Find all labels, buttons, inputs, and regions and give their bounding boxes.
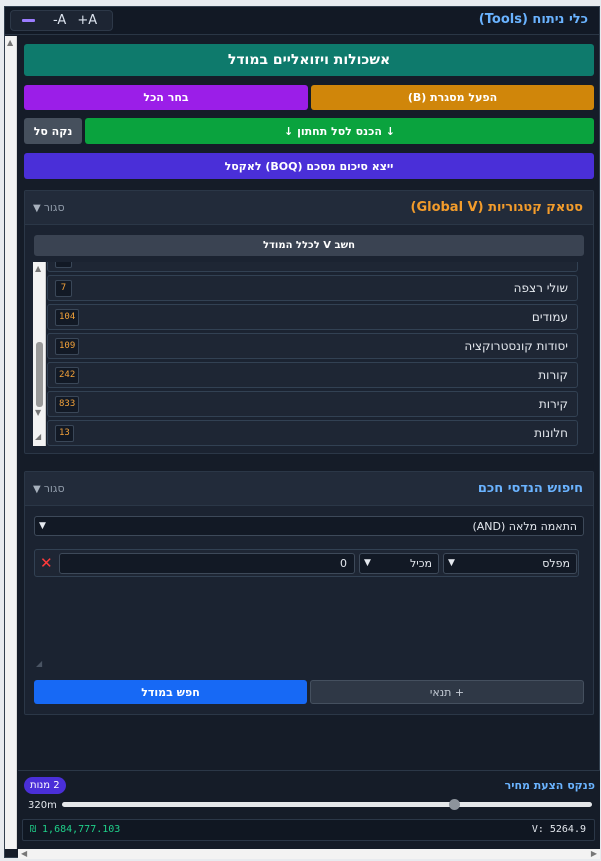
- category-stack-title: סטאק קטגוריות (Global V): [410, 200, 583, 215]
- list-item[interactable]: [47, 262, 578, 272]
- category-count: 13: [55, 425, 74, 442]
- category-label: קורות: [538, 368, 568, 382]
- tools-panel: -A +A כלי ניתוח (Tools) ▲ אשכולות ויזואל…: [4, 6, 600, 859]
- smart-search-toggle[interactable]: ▼ סגור: [33, 482, 65, 495]
- match-mode-value: התאמה מלאה (AND): [472, 520, 577, 533]
- activate-frame-button[interactable]: הפעל מסגרת (B): [311, 85, 594, 110]
- scroll-right-icon[interactable]: ▶: [591, 849, 597, 858]
- enter-lower-basket-button[interactable]: ↓ הכנס לסל תחתון ↓: [85, 118, 594, 144]
- panel-title: כלי ניתוח (Tools): [478, 12, 588, 27]
- panel-scrollbar[interactable]: ▲: [5, 36, 17, 849]
- category-label: חלונות: [534, 426, 568, 440]
- collapse-triangle-icon: ▼: [33, 484, 41, 495]
- scroll-down-icon[interactable]: ▼: [35, 408, 41, 417]
- select-all-button[interactable]: בחר הכל: [24, 85, 308, 110]
- add-condition-button[interactable]: + תנאי: [310, 680, 584, 704]
- category-label: יסודות קונסטרוקציה: [464, 339, 568, 353]
- match-mode-select[interactable]: התאמה מלאה (AND) ▼: [34, 516, 584, 536]
- condition-field-select[interactable]: מפלס ▼: [443, 553, 577, 574]
- list-item[interactable]: 13 חלונות: [47, 420, 578, 446]
- list-item[interactable]: 104 עמודים: [47, 304, 578, 330]
- scroll-thumb[interactable]: [36, 342, 43, 407]
- category-count: 7: [55, 280, 72, 297]
- scroll-up-icon[interactable]: ▲: [7, 38, 13, 47]
- category-label: קירות: [538, 397, 568, 411]
- price-slider[interactable]: [62, 799, 592, 810]
- category-stack-section: סטאק קטגוריות (Global V) ▼ סגור חשב V לכל…: [24, 190, 594, 454]
- quote-title: פנקס הצעת מחיר: [504, 779, 595, 792]
- chevron-down-icon: ▼: [364, 558, 371, 568]
- slider-thumb[interactable]: [449, 799, 461, 810]
- portions-badge: 2 מנות: [24, 777, 66, 794]
- category-stack-toggle[interactable]: ▼ סגור: [33, 201, 65, 214]
- list-item[interactable]: 242 קורות: [47, 362, 578, 388]
- list-item[interactable]: 109 יסודות קונסטרוקציה: [47, 333, 578, 359]
- zoom-out-button[interactable]: -A: [53, 13, 66, 28]
- category-list-scrollbar[interactable]: ▲ ▼ ◢: [33, 262, 46, 446]
- category-label: עמודים: [531, 310, 568, 324]
- category-count: 104: [55, 309, 80, 326]
- collapse-triangle-icon: ▼: [33, 203, 41, 214]
- search-model-button[interactable]: חפש במודל: [34, 680, 307, 704]
- category-stack-header: סטאק קטגוריות (Global V) ▼ סגור: [25, 191, 593, 225]
- calc-global-v-button[interactable]: חשב V לכלל המודל: [34, 235, 584, 256]
- category-label: שולי רצפה: [513, 281, 568, 295]
- category-list: ▲ ▼ ◢ 7 שולי רצפה 104 עמודים 109 יסודות …: [33, 262, 578, 446]
- scroll-left-icon[interactable]: ◀: [21, 849, 27, 858]
- minimize-button[interactable]: [11, 19, 45, 22]
- panel-content: אשכולות ויזואליים במודל בחר הכל הפעל מסג…: [18, 40, 594, 770]
- total-price: ₪ 1,684,777.103: [30, 824, 121, 835]
- minimize-icon: [21, 19, 35, 22]
- scroll-up-icon[interactable]: ▲: [35, 264, 41, 273]
- panel-header: -A +A כלי ניתוח (Tools): [5, 7, 599, 35]
- condition-row: ✕ 0 מכיל ▼ מפלס ▼: [34, 549, 579, 577]
- smart-search-header: חיפוש הנדסי חכם ▼ סגור: [25, 472, 593, 506]
- chevron-down-icon: ▼: [448, 558, 455, 568]
- smart-search-section: חיפוש הנדסי חכם ▼ סגור התאמה מלאה (AND) ▼…: [24, 471, 594, 715]
- remove-condition-icon[interactable]: ✕: [40, 554, 53, 572]
- clear-basket-button[interactable]: נקה סל: [24, 118, 82, 144]
- category-count: 242: [55, 367, 80, 384]
- resize-grip-icon[interactable]: ◢: [36, 659, 42, 668]
- slider-label: 320m: [28, 800, 57, 811]
- category-count: 833: [55, 396, 80, 413]
- category-count: 109: [55, 338, 80, 355]
- list-item[interactable]: 833 קירות: [47, 391, 578, 417]
- list-item[interactable]: 7 שולי רצפה: [47, 275, 578, 301]
- quote-footer: פנקס הצעת מחיר 2 מנות 320m ₪ 1,684,777.1…: [18, 770, 600, 849]
- condition-operator-select[interactable]: מכיל ▼: [359, 553, 439, 574]
- visual-clusters-button[interactable]: אשכולות ויזואליים במודל: [24, 44, 594, 76]
- condition-value-input[interactable]: 0: [59, 553, 355, 574]
- export-boq-button[interactable]: ייצא סיכום מסכם (BOQ) לאקסל: [24, 153, 594, 179]
- smart-search-title: חיפוש הנדסי חכם: [477, 481, 583, 496]
- totals-bar: ₪ 1,684,777.103 V: 5264.9: [22, 819, 595, 841]
- total-volume: V: 5264.9: [531, 824, 586, 835]
- chevron-down-icon: ▼: [39, 521, 46, 531]
- zoom-controls: -A +A: [10, 10, 113, 31]
- zoom-in-button[interactable]: +A: [77, 13, 97, 28]
- resize-grip-icon[interactable]: ◢: [35, 432, 41, 441]
- horizontal-scrollbar[interactable]: ◀ ▶: [18, 849, 600, 859]
